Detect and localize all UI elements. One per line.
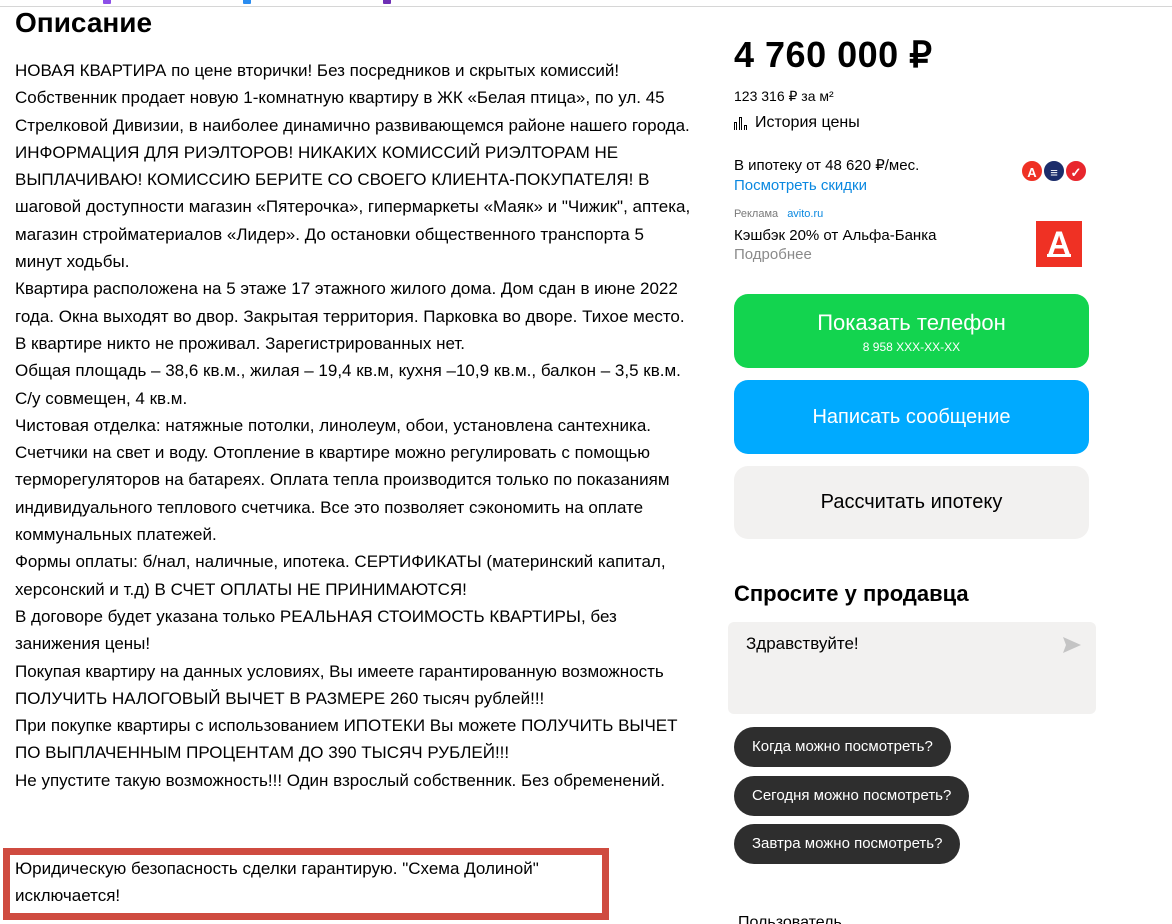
- quick-question-chip[interactable]: Сегодня можно посмотреть?: [734, 776, 970, 816]
- quick-question-chip[interactable]: Когда можно посмотреть?: [734, 727, 951, 767]
- ad-label: Реклама avito.ru: [734, 208, 823, 220]
- description-paragraph: При покупке квартиры с использованием ИП…: [15, 716, 678, 763]
- ad-source[interactable]: avito.ru: [787, 208, 823, 220]
- description-paragraph: НОВАЯ КВАРТИРА по цене вторички! Без пос…: [15, 61, 691, 272]
- description-text: НОВАЯ КВАРТИРА по цене вторички! Без пос…: [15, 57, 695, 794]
- bookmark-favicon-2[interactable]: [243, 0, 251, 4]
- description-paragraph: Квартира расположена на 5 этаже 17 этажн…: [15, 279, 685, 353]
- description-paragraph: Чистовая отделка: натяжные потолки, лино…: [15, 415, 670, 545]
- bank-icon-2: ≡: [1042, 159, 1066, 183]
- phone-masked: 8 958 XXX-XX-XX: [862, 340, 961, 354]
- show-phone-button[interactable]: Показать телефон 8 958 XXX-XX-XX: [734, 294, 1089, 368]
- highlighted-paragraph: Юридическую безопасность сделки гарантир…: [15, 859, 539, 906]
- more-link[interactable]: Подробнее: [734, 246, 812, 263]
- ad-label-text: Реклама: [734, 208, 779, 220]
- quick-question-chip[interactable]: Завтра можно посмотреть?: [734, 824, 961, 864]
- alfa-bank-icon: А: [1020, 159, 1044, 183]
- browser-bookmarks-strip: [0, 0, 1172, 7]
- calc-mortgage-button[interactable]: Рассчитать ипотеку: [734, 466, 1089, 539]
- message-box: [728, 622, 1096, 714]
- description-paragraph: Формы оплаты: б/нал, наличные, ипотека. …: [15, 552, 666, 599]
- mortgage-offer: В ипотеку от 48 620 ₽/мес.: [734, 157, 920, 174]
- message-input[interactable]: [746, 634, 1046, 654]
- bookmark-favicon-1[interactable]: [103, 0, 111, 4]
- price-history-link[interactable]: История цены: [734, 114, 860, 132]
- description-title: Описание: [15, 7, 153, 38]
- bank-logos[interactable]: А ≡ ✓: [1020, 159, 1090, 184]
- user-section-label: Пользователь: [738, 914, 842, 924]
- alfa-bank-logo[interactable]: А: [1036, 221, 1082, 267]
- bank-icon-3: ✓: [1064, 159, 1088, 183]
- description-paragraph: В договоре будет указана только РЕАЛЬНАЯ…: [15, 606, 617, 654]
- show-phone-label: Показать телефон: [817, 310, 1006, 335]
- description-paragraph: Не упустите такую возможность!!! Один вз…: [15, 770, 665, 790]
- price: 4 760 000 ₽: [734, 34, 933, 75]
- description-paragraph: Покупая квартиру на данных условиях, Вы …: [15, 661, 664, 708]
- cashback-offer[interactable]: Кэшбэк 20% от Альфа-Банка: [734, 227, 936, 244]
- ask-seller-title: Спросите у продавца: [734, 581, 969, 606]
- write-message-button[interactable]: Написать сообщение: [734, 380, 1089, 454]
- chart-bars-icon: [734, 116, 749, 130]
- price-history-label: История цены: [755, 114, 860, 131]
- bookmark-favicon-3[interactable]: [383, 0, 391, 4]
- send-arrow-icon[interactable]: [1062, 636, 1082, 654]
- price-per-m2: 123 316 ₽ за м²: [734, 88, 834, 104]
- discounts-link[interactable]: Посмотреть скидки: [734, 177, 867, 194]
- description-paragraph: Общая площадь – 38,6 кв.м., жилая – 19,4…: [15, 361, 681, 408]
